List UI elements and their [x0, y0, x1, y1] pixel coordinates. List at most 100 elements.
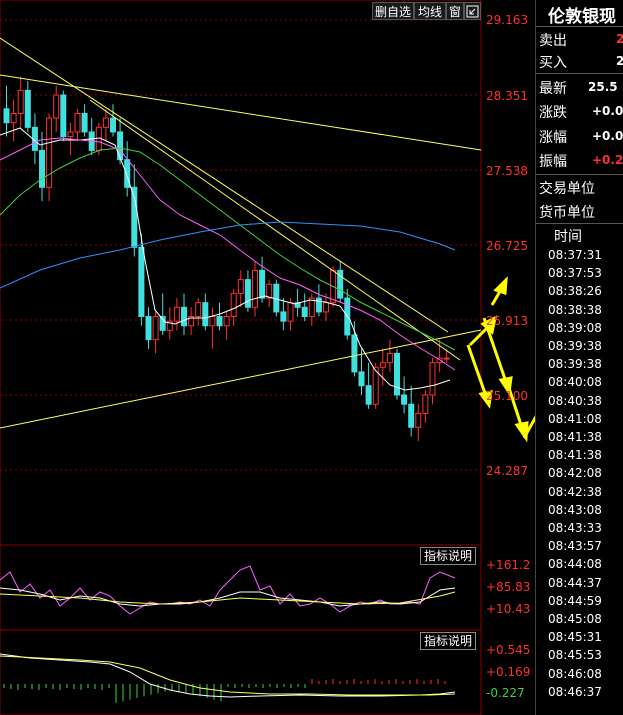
candle: [110, 104, 116, 137]
indicator1-axis-label: +10.43: [486, 602, 531, 616]
candle: [244, 270, 251, 312]
candle: [358, 348, 365, 395]
price-axis-label: 29.163: [486, 13, 528, 27]
indicator2-line-b: [0, 655, 456, 696]
annotation-arrows: [466, 276, 535, 443]
tick-time: 08:41:38: [548, 448, 602, 463]
change-pct-label: 涨幅: [539, 130, 567, 146]
tick-time: 08:42:38: [548, 484, 602, 499]
candle: [74, 108, 81, 142]
buy-label: 买入: [539, 55, 567, 71]
candle: [17, 76, 24, 128]
tick-time: 08:45:31: [548, 630, 602, 645]
indicator1-help-button[interactable]: 指标说明: [420, 547, 476, 565]
tick-time: 08:38:26: [548, 284, 602, 299]
tick-time: 08:44:59: [548, 593, 602, 608]
divider: [536, 223, 623, 224]
price-axis-label: 26.725: [486, 239, 528, 253]
indicator1-axis-label: +85.83: [486, 580, 531, 594]
candlestick-series: [3, 76, 450, 442]
kline-chart[interactable]: [0, 0, 535, 715]
tick-time: 08:43:57: [548, 539, 602, 554]
indicator2-help-button[interactable]: 指标说明: [420, 632, 476, 650]
candle: [81, 104, 88, 137]
divider: [536, 26, 623, 27]
candle: [216, 302, 223, 331]
price-axis-label: 27.538: [486, 164, 528, 178]
indicator2-frame: [0, 629, 482, 715]
amplitude-value: +0.2: [592, 153, 623, 167]
candle: [252, 261, 258, 317]
tick-time: 08:40:38: [548, 393, 602, 408]
candle: [429, 358, 436, 405]
candle: [46, 113, 53, 202]
amplitude-label: 振幅: [539, 154, 567, 170]
candle: [60, 90, 67, 142]
price-axis-label: 25.913: [486, 314, 528, 328]
candle: [365, 362, 372, 409]
tick-time: 08:40:08: [548, 375, 602, 390]
indicator2-axis-label: -0.227: [486, 686, 525, 700]
expand-arrow-icon[interactable]: [464, 2, 481, 20]
tick-time: 08:44:37: [548, 575, 602, 590]
candle: [159, 293, 166, 335]
tick-time: 08:37:31: [548, 248, 602, 262]
tick-time: 08:39:08: [548, 320, 602, 335]
indicator2-axis-label: +0.545: [486, 643, 531, 657]
price-grid: [0, 19, 481, 471]
change-pct-value: +0.0: [592, 129, 623, 143]
divider: [536, 174, 623, 175]
trendline-descending: [0, 37, 449, 333]
candle: [173, 298, 180, 331]
indicator2-line-a: [0, 653, 456, 698]
tick-time: 08:45:53: [548, 648, 602, 663]
trade-unit-label: 交易单位: [539, 181, 595, 197]
candle: [422, 390, 429, 423]
price-axis-label: 24.287: [486, 464, 528, 478]
candle: [259, 256, 266, 303]
tick-time: 08:43:33: [548, 521, 602, 535]
currency-unit-label: 货币单位: [539, 205, 595, 221]
indicator1-frame: [0, 544, 482, 631]
sell-value: 2: [616, 32, 623, 46]
tick-time: 08:38:38: [548, 302, 602, 317]
candle: [10, 99, 17, 142]
change-value: +0.0: [592, 104, 623, 118]
price-axis-label: 28.351: [486, 89, 528, 103]
tick-time: 08:37:53: [548, 266, 602, 281]
candle: [394, 348, 400, 400]
tick-time: 08:46:08: [548, 666, 602, 681]
tick-time: 08:45:08: [548, 612, 602, 626]
candle: [195, 298, 202, 326]
candle: [408, 385, 415, 437]
window-button[interactable]: 窗: [446, 2, 464, 20]
tick-time: 08:39:38: [548, 357, 602, 372]
candle: [372, 362, 379, 409]
delete-watchlist-button[interactable]: 删自选: [372, 2, 414, 20]
candle: [337, 261, 344, 303]
candle: [152, 311, 159, 354]
candle: [202, 293, 209, 331]
price-axis-label: 25.100: [486, 389, 528, 403]
divider: [536, 73, 623, 74]
candle: [188, 307, 195, 335]
instrument-title: 伦敦银现: [548, 7, 616, 27]
candle: [209, 307, 216, 349]
candle: [24, 81, 31, 132]
tick-time: 08:44:08: [548, 557, 602, 572]
chart-overlays: [0, 37, 535, 443]
time-header: 时间: [554, 229, 582, 245]
candle: [386, 339, 393, 372]
candle: [131, 164, 138, 257]
candle: [315, 284, 322, 317]
sell-label: 卖出: [539, 33, 567, 49]
indicator1-line-a: [0, 565, 456, 615]
tick-time: 08:43:08: [548, 502, 602, 517]
indicator1-axis-label: +161.2: [486, 558, 531, 572]
candle: [181, 293, 187, 335]
moving-average-button[interactable]: 均线: [414, 2, 446, 20]
candle: [3, 85, 10, 137]
indicator-lines: [0, 565, 456, 698]
ma-mid-line: [0, 137, 456, 371]
candle: [308, 293, 315, 326]
